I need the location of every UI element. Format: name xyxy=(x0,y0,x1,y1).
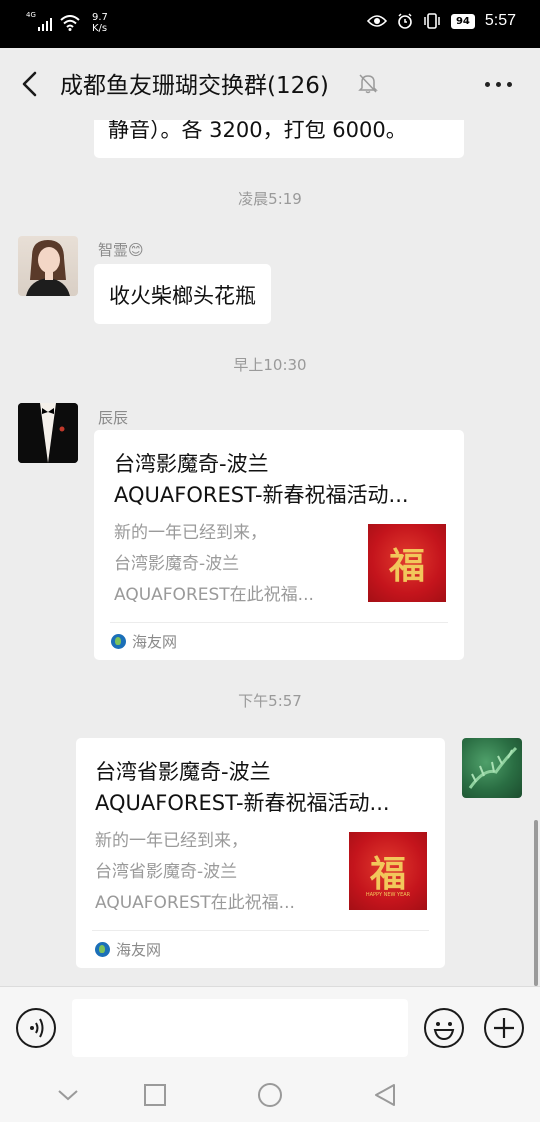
chat-title: 成都鱼友珊瑚交换群(126) xyxy=(60,73,329,99)
card-title-line: 台湾省影魔奇-波兰 xyxy=(95,760,271,784)
alarm-icon xyxy=(398,13,412,29)
card-divider xyxy=(92,930,429,931)
thumbnail-caption: HAPPY NEW YEAR xyxy=(365,892,411,898)
input-bar xyxy=(0,986,540,1068)
sender-name: 辰辰 xyxy=(98,409,129,427)
plus-icon xyxy=(494,1018,514,1038)
clock: 5:57 xyxy=(484,12,516,29)
chevron-down-icon[interactable] xyxy=(55,1082,81,1108)
card-description-line: AQUAFOREST在此祝福... xyxy=(95,893,295,913)
message-text: 静音）。各 3200，打包 6000。 xyxy=(108,120,407,142)
status-right: 94 5:57 xyxy=(366,12,516,30)
avatar[interactable] xyxy=(462,738,522,798)
sender-name-text: 智霊 xyxy=(98,241,129,259)
voice-icon xyxy=(30,1018,44,1038)
triangle-back-icon[interactable] xyxy=(372,1082,398,1108)
system-nav-bar xyxy=(0,1068,540,1122)
source-logo-icon xyxy=(95,942,110,957)
message-input[interactable] xyxy=(72,999,408,1057)
signal-icon: 4G xyxy=(26,11,52,31)
card-description-line: 台湾省影魔奇-波兰 xyxy=(95,862,238,882)
avatar[interactable] xyxy=(18,236,78,296)
fu-character: 福 xyxy=(369,853,406,895)
emoji-button[interactable] xyxy=(424,1008,464,1048)
card-description-line: 台湾影魔奇-波兰 xyxy=(114,554,240,574)
card-source: 海友网 xyxy=(111,631,177,652)
vibrate-icon xyxy=(424,13,440,29)
card-source: 海友网 xyxy=(95,939,161,960)
source-logo-icon xyxy=(111,634,126,649)
timestamp: 下午5:57 xyxy=(238,692,302,710)
chevron-left-icon[interactable] xyxy=(18,70,42,98)
speed-unit: K/s xyxy=(92,23,108,34)
timestamp: 凌晨5:19 xyxy=(238,190,302,208)
card-title-line: AQUAFOREST-新春祝福活动... xyxy=(95,791,390,815)
link-card[interactable]: 台湾影魔奇-波兰 AQUAFOREST-新春祝福活动... 新的一年已经到来， … xyxy=(94,430,464,660)
card-description-line: 新的一年已经到来， xyxy=(95,831,248,851)
scrollbar[interactable] xyxy=(534,820,538,986)
network-type: 4G xyxy=(26,11,36,19)
status-bar: 4G 9.7 K/s 94 5:57 xyxy=(0,0,540,48)
smiley-icon xyxy=(433,1022,455,1041)
card-description-line: 新的一年已经到来， xyxy=(114,523,267,543)
card-source-name: 海友网 xyxy=(132,633,178,651)
sender-name: 智霊😊 xyxy=(98,239,144,260)
network-speed: 9.7 K/s xyxy=(92,12,108,34)
home-circle-icon[interactable] xyxy=(257,1082,283,1108)
message-list[interactable]: 静音）。各 3200，打包 6000。 凌晨5:19 智霊😊 收火柴榔头花瓶 早… xyxy=(0,120,540,986)
add-button[interactable] xyxy=(484,1008,524,1048)
card-title-line: AQUAFOREST-新春祝福活动... xyxy=(114,483,409,507)
link-card[interactable]: 台湾省影魔奇-波兰 AQUAFOREST-新春祝福活动... 新的一年已经到来，… xyxy=(76,738,445,968)
bell-off-icon xyxy=(358,74,378,94)
card-description-line: AQUAFOREST在此祝福... xyxy=(114,585,314,605)
wifi-icon xyxy=(60,15,80,31)
message-bubble[interactable]: 收火柴榔头花瓶 xyxy=(94,264,271,324)
fu-character: 福 xyxy=(388,545,425,587)
status-left: 4G 9.7 K/s xyxy=(26,11,108,34)
card-thumbnail: 福 HAPPY NEW YEAR xyxy=(349,832,427,910)
timestamp: 早上10:30 xyxy=(233,356,307,374)
eye-icon xyxy=(366,15,387,27)
voice-button[interactable] xyxy=(16,1008,56,1048)
square-icon[interactable] xyxy=(142,1082,168,1108)
message-text: 收火柴榔头花瓶 xyxy=(109,284,256,308)
avatar[interactable] xyxy=(18,403,78,463)
card-title-line: 台湾影魔奇-波兰 xyxy=(114,452,269,476)
battery-indicator: 94 xyxy=(450,13,475,29)
message-bubble[interactable]: 静音）。各 3200，打包 6000。 xyxy=(94,120,464,158)
speed-value: 9.7 xyxy=(92,12,108,23)
chat-header: 成都鱼友珊瑚交换群(126) xyxy=(0,48,540,120)
smiley-emoji: 😊 xyxy=(128,241,144,259)
card-divider xyxy=(110,622,448,623)
card-source-name: 海友网 xyxy=(116,941,162,959)
card-thumbnail: 福 xyxy=(368,524,446,602)
more-dots-icon[interactable] xyxy=(485,82,512,87)
